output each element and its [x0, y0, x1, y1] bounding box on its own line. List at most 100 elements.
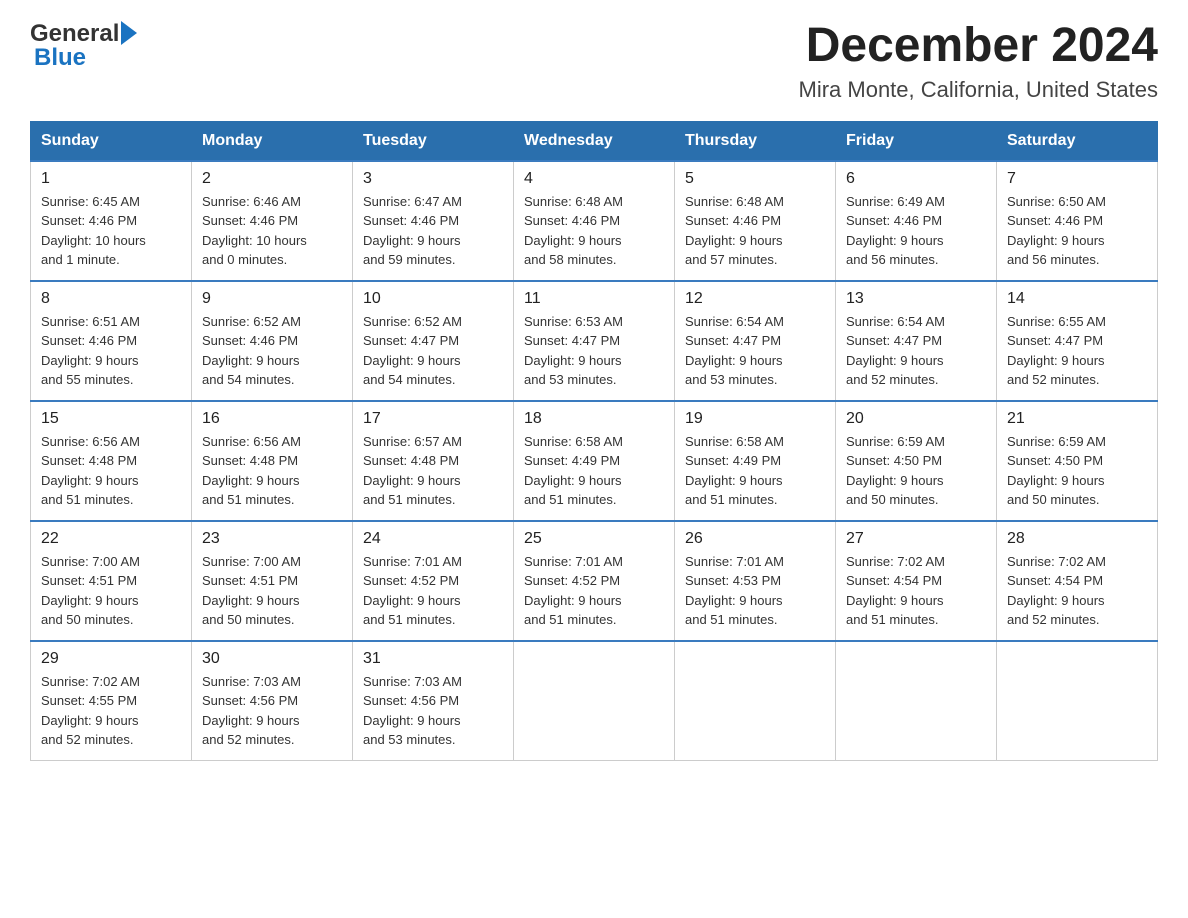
calendar-cell: 7 Sunrise: 6:50 AM Sunset: 4:46 PM Daylig… — [997, 161, 1158, 281]
calendar-cell: 1Sunrise: 6:45 AM Sunset: 4:46 PM Daylig… — [31, 161, 192, 281]
day-number: 11 — [524, 290, 664, 308]
day-number: 27 — [846, 530, 986, 548]
calendar-cell: 11Sunrise: 6:53 AM Sunset: 4:47 PM Dayli… — [514, 281, 675, 401]
day-info: Sunrise: 6:48 AM Sunset: 4:46 PM Dayligh… — [524, 192, 664, 270]
day-info: Sunrise: 6:52 AM Sunset: 4:47 PM Dayligh… — [363, 312, 503, 390]
day-info: Sunrise: 6:49 AM Sunset: 4:46 PM Dayligh… — [846, 192, 986, 270]
calendar-cell: 5Sunrise: 6:48 AM Sunset: 4:46 PM Daylig… — [675, 161, 836, 281]
day-info: Sunrise: 6:56 AM Sunset: 4:48 PM Dayligh… — [41, 432, 181, 510]
day-number: 24 — [363, 530, 503, 548]
calendar-cell: 23 Sunrise: 7:00 AM Sunset: 4:51 PM Dayli… — [192, 521, 353, 641]
day-number: 31 — [363, 650, 503, 668]
day-number: 6 — [846, 170, 986, 188]
day-info: Sunrise: 6:50 AM Sunset: 4:46 PM Dayligh… — [1007, 192, 1147, 270]
calendar-cell: 27 Sunrise: 7:02 AM Sunset: 4:54 PM Dayli… — [836, 521, 997, 641]
day-number: 12 — [685, 290, 825, 308]
day-number: 20 — [846, 410, 986, 428]
calendar-week-row: 22 Sunrise: 7:00 AM Sunset: 4:51 PM Dayli… — [31, 521, 1158, 641]
calendar-cell: 19Sunrise: 6:58 AM Sunset: 4:49 PM Dayli… — [675, 401, 836, 521]
calendar-week-row: 29 Sunrise: 7:02 AM Sunset: 4:55 PM Dayli… — [31, 641, 1158, 761]
calendar-day-header: Wednesday — [514, 121, 675, 161]
day-info: Sunrise: 7:00 AM Sunset: 4:51 PM Dayligh… — [41, 552, 181, 630]
calendar-cell: 22 Sunrise: 7:00 AM Sunset: 4:51 PM Dayli… — [31, 521, 192, 641]
calendar-cell: 13 Sunrise: 6:54 AM Sunset: 4:47 PM Dayli… — [836, 281, 997, 401]
calendar-day-header: Saturday — [997, 121, 1158, 161]
day-number: 22 — [41, 530, 181, 548]
calendar-cell: 6 Sunrise: 6:49 AM Sunset: 4:46 PM Daylig… — [836, 161, 997, 281]
day-number: 13 — [846, 290, 986, 308]
day-info: Sunrise: 7:01 AM Sunset: 4:53 PM Dayligh… — [685, 552, 825, 630]
calendar-cell: 3 Sunrise: 6:47 AM Sunset: 4:46 PM Daylig… — [353, 161, 514, 281]
calendar-table: SundayMondayTuesdayWednesdayThursdayFrid… — [30, 121, 1158, 761]
day-number: 26 — [685, 530, 825, 548]
calendar-cell: 14Sunrise: 6:55 AM Sunset: 4:47 PM Dayli… — [997, 281, 1158, 401]
calendar-cell: 10 Sunrise: 6:52 AM Sunset: 4:47 PM Dayli… — [353, 281, 514, 401]
calendar-cell: 29 Sunrise: 7:02 AM Sunset: 4:55 PM Dayli… — [31, 641, 192, 761]
logo-blue-text: Blue — [34, 44, 86, 72]
day-number: 23 — [202, 530, 342, 548]
calendar-cell: 9 Sunrise: 6:52 AM Sunset: 4:46 PM Daylig… — [192, 281, 353, 401]
day-info: Sunrise: 6:52 AM Sunset: 4:46 PM Dayligh… — [202, 312, 342, 390]
day-info: Sunrise: 7:02 AM Sunset: 4:55 PM Dayligh… — [41, 672, 181, 750]
day-number: 28 — [1007, 530, 1147, 548]
day-info: Sunrise: 7:02 AM Sunset: 4:54 PM Dayligh… — [846, 552, 986, 630]
calendar-cell — [514, 641, 675, 761]
day-number: 17 — [363, 410, 503, 428]
calendar-day-header: Sunday — [31, 121, 192, 161]
day-info: Sunrise: 7:00 AM Sunset: 4:51 PM Dayligh… — [202, 552, 342, 630]
day-number: 10 — [363, 290, 503, 308]
calendar-cell: 20Sunrise: 6:59 AM Sunset: 4:50 PM Dayli… — [836, 401, 997, 521]
calendar-cell: 4 Sunrise: 6:48 AM Sunset: 4:46 PM Daylig… — [514, 161, 675, 281]
day-info: Sunrise: 7:02 AM Sunset: 4:54 PM Dayligh… — [1007, 552, 1147, 630]
day-info: Sunrise: 6:57 AM Sunset: 4:48 PM Dayligh… — [363, 432, 503, 510]
calendar-cell: 26 Sunrise: 7:01 AM Sunset: 4:53 PM Dayli… — [675, 521, 836, 641]
calendar-day-header: Tuesday — [353, 121, 514, 161]
calendar-header-row: SundayMondayTuesdayWednesdayThursdayFrid… — [31, 121, 1158, 161]
day-number: 25 — [524, 530, 664, 548]
day-info: Sunrise: 6:55 AM Sunset: 4:47 PM Dayligh… — [1007, 312, 1147, 390]
day-number: 3 — [363, 170, 503, 188]
calendar-cell: 31 Sunrise: 7:03 AM Sunset: 4:56 PM Dayli… — [353, 641, 514, 761]
page-header: General Blue December 2024 Mira Monte, C… — [30, 20, 1158, 103]
calendar-cell — [836, 641, 997, 761]
day-info: Sunrise: 7:01 AM Sunset: 4:52 PM Dayligh… — [524, 552, 664, 630]
day-number: 8 — [41, 290, 181, 308]
calendar-cell: 24 Sunrise: 7:01 AM Sunset: 4:52 PM Dayli… — [353, 521, 514, 641]
day-number: 7 — [1007, 170, 1147, 188]
day-number: 16 — [202, 410, 342, 428]
calendar-day-header: Friday — [836, 121, 997, 161]
calendar-cell: 28 Sunrise: 7:02 AM Sunset: 4:54 PM Dayli… — [997, 521, 1158, 641]
day-number: 4 — [524, 170, 664, 188]
day-info: Sunrise: 6:56 AM Sunset: 4:48 PM Dayligh… — [202, 432, 342, 510]
day-info: Sunrise: 6:59 AM Sunset: 4:50 PM Dayligh… — [1007, 432, 1147, 510]
day-number: 21 — [1007, 410, 1147, 428]
calendar-cell: 2Sunrise: 6:46 AM Sunset: 4:46 PM Daylig… — [192, 161, 353, 281]
calendar-week-row: 8Sunrise: 6:51 AM Sunset: 4:46 PM Daylig… — [31, 281, 1158, 401]
calendar-cell: 21 Sunrise: 6:59 AM Sunset: 4:50 PM Dayli… — [997, 401, 1158, 521]
day-number: 18 — [524, 410, 664, 428]
day-info: Sunrise: 6:45 AM Sunset: 4:46 PM Dayligh… — [41, 192, 181, 270]
day-info: Sunrise: 6:47 AM Sunset: 4:46 PM Dayligh… — [363, 192, 503, 270]
calendar-day-header: Monday — [192, 121, 353, 161]
day-number: 29 — [41, 650, 181, 668]
calendar-cell: 30Sunrise: 7:03 AM Sunset: 4:56 PM Dayli… — [192, 641, 353, 761]
day-info: Sunrise: 7:01 AM Sunset: 4:52 PM Dayligh… — [363, 552, 503, 630]
title-block: December 2024 Mira Monte, California, Un… — [799, 20, 1159, 103]
day-number: 15 — [41, 410, 181, 428]
calendar-title: December 2024 — [799, 20, 1159, 73]
day-info: Sunrise: 7:03 AM Sunset: 4:56 PM Dayligh… — [363, 672, 503, 750]
day-number: 19 — [685, 410, 825, 428]
day-info: Sunrise: 6:54 AM Sunset: 4:47 PM Dayligh… — [685, 312, 825, 390]
calendar-subtitle: Mira Monte, California, United States — [799, 77, 1159, 103]
day-number: 9 — [202, 290, 342, 308]
calendar-week-row: 1Sunrise: 6:45 AM Sunset: 4:46 PM Daylig… — [31, 161, 1158, 281]
day-number: 30 — [202, 650, 342, 668]
calendar-cell: 16 Sunrise: 6:56 AM Sunset: 4:48 PM Dayli… — [192, 401, 353, 521]
calendar-cell — [997, 641, 1158, 761]
calendar-day-header: Thursday — [675, 121, 836, 161]
day-info: Sunrise: 6:54 AM Sunset: 4:47 PM Dayligh… — [846, 312, 986, 390]
day-number: 5 — [685, 170, 825, 188]
logo-arrow-icon — [121, 21, 137, 45]
calendar-cell: 25 Sunrise: 7:01 AM Sunset: 4:52 PM Dayli… — [514, 521, 675, 641]
calendar-cell: 17 Sunrise: 6:57 AM Sunset: 4:48 PM Dayli… — [353, 401, 514, 521]
